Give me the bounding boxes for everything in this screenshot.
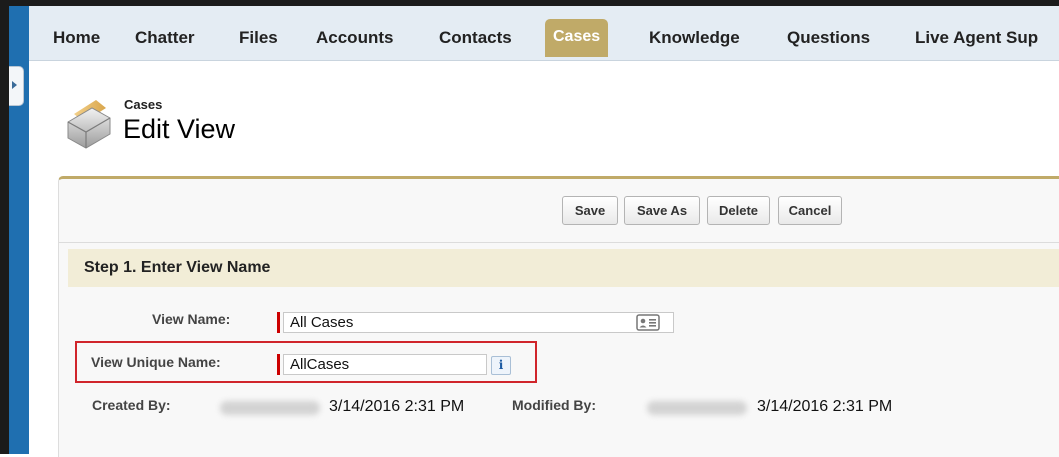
created-date: 3/14/2016 2:31 PM bbox=[329, 398, 465, 415]
created-by-label: Created By: bbox=[92, 397, 171, 413]
window-frame-left bbox=[0, 0, 9, 454]
tab-knowledge[interactable]: Knowledge bbox=[649, 28, 740, 48]
modified-by-user-redacted bbox=[647, 401, 747, 415]
cases-folder-icon bbox=[67, 100, 111, 149]
tab-live-agent-supervisor[interactable]: Live Agent Sup bbox=[915, 28, 1038, 48]
tab-contacts[interactable]: Contacts bbox=[439, 28, 512, 48]
save-as-button[interactable]: Save As bbox=[624, 196, 700, 225]
step1-header: Step 1. Enter View Name bbox=[68, 249, 1059, 287]
page-title: Edit View bbox=[123, 114, 236, 144]
tab-questions[interactable]: Questions bbox=[787, 28, 870, 48]
tab-files[interactable]: Files bbox=[239, 28, 278, 48]
created-by-user-redacted bbox=[220, 401, 320, 415]
tab-home[interactable]: Home bbox=[53, 28, 100, 48]
tab-chatter[interactable]: Chatter bbox=[135, 28, 195, 48]
sidebar-toggle-handle[interactable] bbox=[9, 66, 24, 106]
required-marker bbox=[277, 312, 280, 333]
view-name-label: View Name: bbox=[152, 311, 231, 327]
view-unique-name-label: View Unique Name: bbox=[91, 354, 221, 370]
modified-date: 3/14/2016 2:31 PM bbox=[757, 398, 893, 415]
app-tab-bar: Home Chatter Files Accounts Contacts Cas… bbox=[29, 6, 1059, 61]
object-breadcrumb: Cases bbox=[124, 97, 163, 112]
tab-accounts[interactable]: Accounts bbox=[316, 28, 393, 48]
modified-by-label: Modified By: bbox=[512, 397, 596, 413]
view-unique-name-input[interactable] bbox=[283, 354, 487, 375]
contact-card-icon[interactable] bbox=[636, 314, 660, 331]
view-name-input[interactable] bbox=[283, 312, 674, 333]
tab-cases[interactable]: Cases bbox=[545, 19, 609, 57]
save-button[interactable]: Save bbox=[562, 196, 618, 225]
info-icon[interactable]: i bbox=[491, 356, 511, 375]
cancel-button[interactable]: Cancel bbox=[778, 196, 842, 225]
step1-heading: Step 1. Enter View Name bbox=[84, 259, 271, 276]
required-marker bbox=[277, 354, 280, 375]
delete-button[interactable]: Delete bbox=[707, 196, 770, 225]
expand-arrow-icon bbox=[12, 81, 17, 89]
section-divider bbox=[59, 242, 1059, 243]
